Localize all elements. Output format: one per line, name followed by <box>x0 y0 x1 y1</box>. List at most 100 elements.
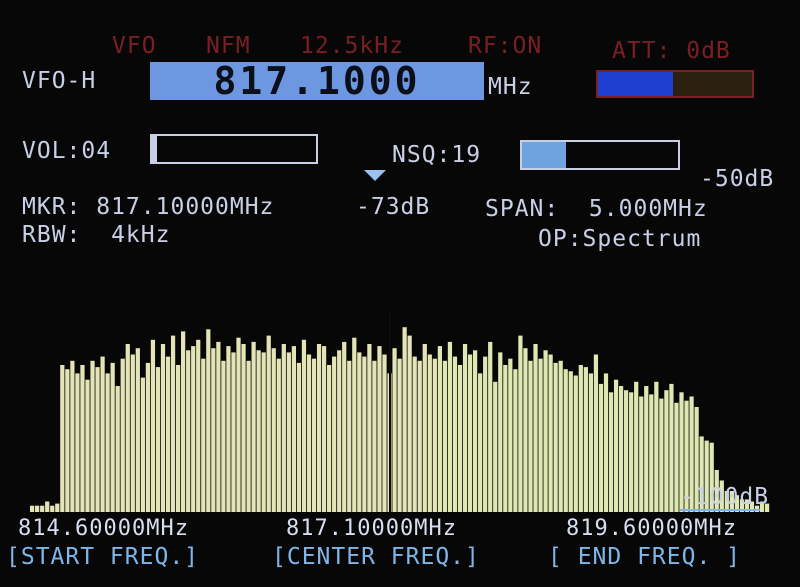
spectrum-bar <box>55 503 60 512</box>
spectrum-bar <box>191 346 196 512</box>
spectrum-bar <box>412 356 417 512</box>
step-status: 12.5kHz <box>300 33 404 59</box>
center-freq-softkey[interactable]: [CENTER FREQ.] <box>272 546 480 569</box>
spectrum-bar <box>613 379 619 512</box>
center-frequency: 817.10000MHz <box>286 516 457 541</box>
spectrum-bar <box>70 360 75 512</box>
spectrum-bar <box>372 360 377 512</box>
spectrum-bar <box>578 365 583 512</box>
spectrum-bar <box>236 337 241 512</box>
rf-status: RF:ON <box>468 33 543 59</box>
spectrum-bar <box>352 337 357 512</box>
spectrum-bar <box>649 394 654 512</box>
spectrum-bar <box>508 358 513 512</box>
spectrum-bar <box>306 354 312 512</box>
spectrum-bar <box>30 505 35 512</box>
spectrum-bar <box>186 350 191 512</box>
frequency-display[interactable]: 817.1000 <box>150 59 484 103</box>
volume-label: VOL:04 <box>22 138 112 164</box>
spectrum-bar <box>523 348 528 512</box>
spectrum-bar <box>452 356 458 512</box>
spectrum-bar <box>95 367 100 512</box>
spectrum-bar <box>266 335 271 512</box>
spectrum-bar <box>437 346 442 512</box>
squelch-label: NSQ:19 <box>392 142 482 168</box>
spectrum-bar <box>50 505 55 512</box>
att-status: ATT: 0dB <box>612 38 731 64</box>
span-value: SPAN: 5.000MHz <box>485 196 708 222</box>
spectrum-bar <box>90 360 95 512</box>
spectrum-bar <box>533 344 538 512</box>
spectrum-bar <box>447 341 453 512</box>
volume-bar[interactable] <box>150 134 318 164</box>
end-frequency: 819.60000MHz <box>566 516 737 541</box>
spectrum-bar <box>347 360 352 512</box>
marker-frequency: MKR: 817.10000MHz <box>22 194 275 220</box>
spectrum-bar <box>568 371 573 512</box>
spectrum-bar <box>654 381 659 512</box>
start-freq-softkey[interactable]: [START FREQ.] <box>6 546 199 569</box>
spectrum-bar <box>518 335 523 512</box>
spectrum-bar <box>135 348 140 512</box>
spectrum-bar <box>332 356 337 512</box>
spectrum-bar <box>301 339 307 512</box>
spectrum-bar <box>231 352 236 512</box>
vfo-label: VFO-H <box>22 68 97 94</box>
spectrum-bar <box>150 339 156 512</box>
signal-meter <box>596 70 754 98</box>
spectrum-bar <box>513 369 518 512</box>
rbw-value: RBW: 4kHz <box>22 222 171 248</box>
spectrum-bar <box>85 379 90 512</box>
spectrum-bar <box>362 356 367 512</box>
volume-bar-fill <box>152 136 157 162</box>
spectrum-bar <box>125 344 130 512</box>
spectrum-bar <box>216 341 221 512</box>
spectrum-bar <box>644 386 649 512</box>
spectrum-bar <box>286 352 291 512</box>
spectrum-bar <box>503 365 508 512</box>
spectrum-bar <box>488 341 493 512</box>
spectrum-bar <box>402 327 407 512</box>
spectrum-bar <box>588 373 594 512</box>
spectrum-bar <box>407 335 412 512</box>
spectrum-bar <box>573 375 578 512</box>
spectrum-bar <box>462 344 468 512</box>
spectrum-bar <box>664 390 669 512</box>
spectrum-bar <box>538 358 543 512</box>
spectrum-bar <box>483 356 488 512</box>
spectrum-bar <box>624 390 629 512</box>
spectrum-bar <box>296 362 302 512</box>
spectrum-bar <box>442 360 448 512</box>
spectrum-bar <box>422 344 427 512</box>
spectrum-bar <box>327 365 332 512</box>
spectrum-bar <box>65 369 70 512</box>
spectrum-bar <box>608 392 614 512</box>
frequency-unit: MHz <box>488 74 533 100</box>
spectrum-bar <box>467 354 473 512</box>
spectrum-bar <box>40 505 45 512</box>
spectrum-bar <box>674 402 679 512</box>
floor-level: -100dB <box>680 484 770 510</box>
spectrum-bar <box>357 352 362 512</box>
spectrum-bar <box>618 386 624 512</box>
spectrum-bar <box>110 362 115 512</box>
spectrum-bar <box>498 352 503 512</box>
spectrum-analyzer-screen: VFO NFM 12.5kHz RF:ON ATT: 0dB VFO-H 817… <box>0 0 800 587</box>
spectrum-bar <box>478 373 483 512</box>
spectrum-bar <box>256 350 261 512</box>
spectrum-bar <box>563 369 568 512</box>
spectrum-bar <box>45 501 50 512</box>
spectrum-bar <box>558 360 563 512</box>
spectrum-bar <box>251 341 256 512</box>
spectrum-bar <box>397 358 402 512</box>
spectrum-bar <box>603 373 609 512</box>
spectrum-bar <box>80 365 85 512</box>
squelch-bar[interactable] <box>520 140 680 170</box>
end-freq-softkey[interactable]: [ END FREQ. ] <box>548 546 741 569</box>
spectrum-bar <box>629 392 634 512</box>
spectrum-bar <box>382 354 387 512</box>
marker-triangle-icon <box>364 170 386 181</box>
spectrum-bar <box>170 335 176 512</box>
spectrum-bar <box>60 365 65 512</box>
spectrum-bar <box>432 358 437 512</box>
